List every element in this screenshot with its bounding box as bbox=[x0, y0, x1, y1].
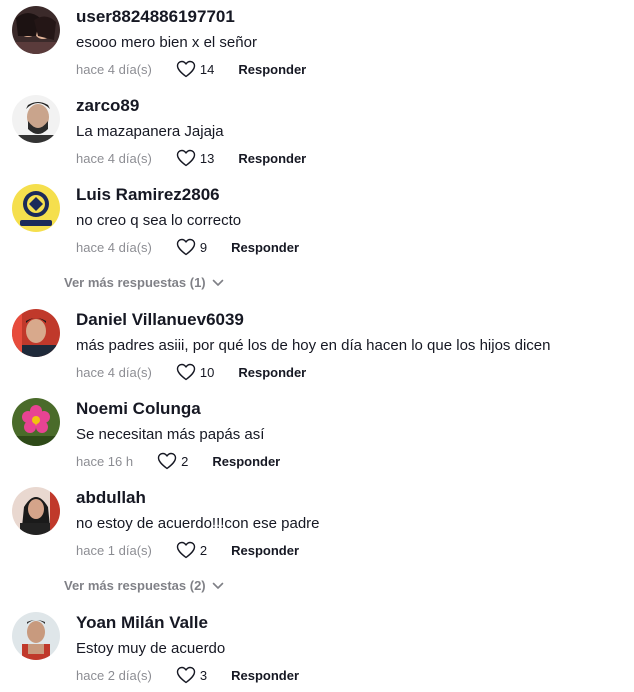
chevron-down-icon bbox=[212, 582, 223, 589]
like-button[interactable]: 13 bbox=[176, 149, 214, 167]
comment-username[interactable]: zarco89 bbox=[76, 96, 139, 116]
comment-username[interactable]: Noemi Colunga bbox=[76, 399, 201, 419]
like-count: 14 bbox=[199, 61, 215, 77]
comment-item: user8824886197701 esooo mero bien x el s… bbox=[12, 0, 622, 80]
heart-outline-icon bbox=[176, 363, 196, 381]
view-more-replies-button[interactable]: Ver más respuestas (2) bbox=[64, 578, 224, 593]
avatar[interactable] bbox=[12, 398, 60, 446]
heart-outline-icon bbox=[157, 452, 177, 470]
avatar[interactable] bbox=[12, 95, 60, 143]
comment-username[interactable]: abdullah bbox=[76, 488, 146, 508]
comment-username[interactable]: Yoan Milán Valle bbox=[76, 613, 208, 633]
comment-text: no creo q sea lo correcto bbox=[76, 212, 242, 229]
comment-meta: hace 2 día(s) 3 Responder bbox=[76, 666, 299, 684]
comment-username[interactable]: user8824886197701 bbox=[76, 7, 235, 27]
like-button[interactable]: 14 bbox=[176, 60, 214, 78]
like-count: 3 bbox=[199, 667, 208, 683]
comment-meta: hace 1 día(s) 2 Responder bbox=[76, 541, 299, 559]
like-button[interactable]: 10 bbox=[176, 363, 214, 381]
reply-button[interactable]: Responder bbox=[238, 365, 306, 380]
comment-time: hace 2 día(s) bbox=[76, 667, 152, 683]
avatar[interactable] bbox=[12, 309, 60, 357]
heart-outline-icon bbox=[176, 60, 196, 78]
comment-meta: hace 4 día(s) 9 Responder bbox=[76, 238, 299, 256]
comment-item: Daniel Villanuev6039 más padres asiii, p… bbox=[12, 303, 622, 383]
avatar[interactable] bbox=[12, 184, 60, 232]
reply-button[interactable]: Responder bbox=[231, 240, 299, 255]
comment-time: hace 4 día(s) bbox=[76, 150, 152, 166]
like-count: 9 bbox=[199, 239, 208, 255]
view-more-replies-label: Ver más respuestas (1) bbox=[64, 275, 206, 290]
like-count: 2 bbox=[181, 453, 189, 469]
view-more-replies-label: Ver más respuestas (2) bbox=[64, 578, 206, 593]
like-count: 13 bbox=[199, 150, 215, 166]
comment-time: hace 1 día(s) bbox=[76, 542, 152, 558]
like-button[interactable]: 9 bbox=[176, 238, 207, 256]
comment-username[interactable]: Luis Ramirez2806 bbox=[76, 185, 220, 205]
heart-outline-icon bbox=[176, 149, 196, 167]
chevron-down-icon bbox=[212, 279, 223, 286]
comment-text: La mazapanera Jajaja bbox=[76, 123, 224, 140]
heart-outline-icon bbox=[176, 541, 196, 559]
comment-text: más padres asiii, por qué los de hoy en … bbox=[76, 337, 551, 354]
comment-item: Luis Ramirez2806 no creo q sea lo correc… bbox=[12, 178, 622, 258]
comment-time: hace 4 día(s) bbox=[76, 364, 152, 380]
reply-button[interactable]: Responder bbox=[231, 543, 299, 558]
comment-meta: hace 4 día(s) 13 Responder bbox=[76, 149, 306, 167]
comment-text: Estoy muy de acuerdo bbox=[76, 640, 226, 657]
comment-meta: hace 4 día(s) 10 Responder bbox=[76, 363, 306, 381]
comment-text: esooo mero bien x el señor bbox=[76, 34, 257, 51]
comment-item: abdullah no estoy de acuerdo!!!con ese p… bbox=[12, 481, 622, 561]
comment-time: hace 4 día(s) bbox=[76, 239, 152, 255]
avatar[interactable] bbox=[12, 612, 60, 660]
view-more-replies-button[interactable]: Ver más respuestas (1) bbox=[64, 275, 224, 290]
like-count: 10 bbox=[199, 364, 215, 380]
comment-item: Yoan Milán Valle Estoy muy de acuerdo ha… bbox=[12, 606, 622, 686]
comment-text: no estoy de acuerdo!!!con ese padre bbox=[76, 515, 320, 532]
like-button[interactable]: 2 bbox=[157, 452, 188, 470]
reply-button[interactable]: Responder bbox=[212, 454, 280, 469]
comment-item: Noemi Colunga Se necesitan más papás así… bbox=[12, 392, 622, 472]
reply-button[interactable]: Responder bbox=[231, 668, 299, 683]
avatar[interactable] bbox=[12, 487, 60, 535]
reply-button[interactable]: Responder bbox=[238, 62, 306, 77]
like-button[interactable]: 3 bbox=[176, 666, 207, 684]
reply-button[interactable]: Responder bbox=[238, 151, 306, 166]
comment-username[interactable]: Daniel Villanuev6039 bbox=[76, 310, 244, 330]
comment-text: Se necesitan más papás así bbox=[76, 426, 265, 443]
like-count: 2 bbox=[199, 542, 208, 558]
like-button[interactable]: 2 bbox=[176, 541, 207, 559]
comment-time: hace 16 h bbox=[76, 453, 134, 469]
comment-item: zarco89 La mazapanera Jajaja hace 4 día(… bbox=[12, 89, 622, 169]
heart-outline-icon bbox=[176, 666, 196, 684]
comment-meta: hace 16 h 2 Responder bbox=[76, 452, 280, 470]
comment-meta: hace 4 día(s) 14 Responder bbox=[76, 60, 306, 78]
avatar[interactable] bbox=[12, 6, 60, 54]
comment-time: hace 4 día(s) bbox=[76, 61, 152, 77]
heart-outline-icon bbox=[176, 238, 196, 256]
